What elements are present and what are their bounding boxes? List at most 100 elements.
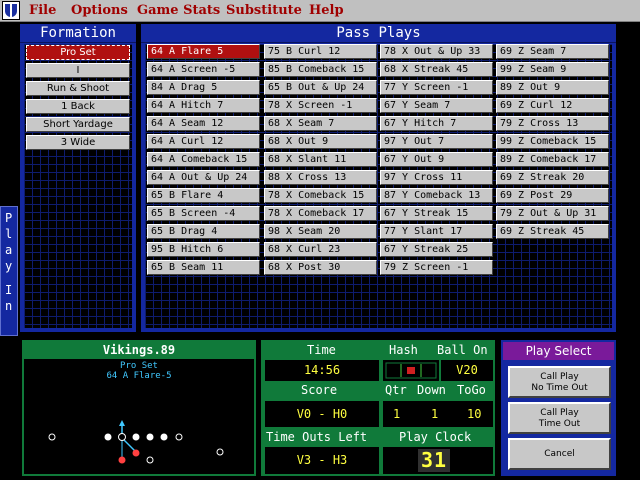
pass-play-button[interactable]: 97 Y Cross 11 xyxy=(380,170,493,185)
togo-label: ToGo xyxy=(457,383,486,397)
down-value: 1 xyxy=(431,407,439,421)
down-label: Down xyxy=(417,383,446,397)
pass-play-button[interactable]: 64 A Screen -5 xyxy=(147,62,260,77)
pass-play-button[interactable]: 78 X Screen -1 xyxy=(264,98,377,113)
pass-play-button[interactable]: 89 Z Comeback 17 xyxy=(496,152,609,167)
pass-play-button[interactable]: 68 X Streak 45 xyxy=(380,62,493,77)
formation-i[interactable]: I xyxy=(26,63,130,78)
cancel-button[interactable]: Cancel xyxy=(508,438,611,470)
pass-play-button[interactable]: 68 X Slant 11 xyxy=(264,152,377,167)
pass-play-button[interactable]: 64 A Flare 5 xyxy=(147,44,260,59)
route-arrow-icon xyxy=(119,420,125,426)
pass-play-button[interactable]: 68 X Out 9 xyxy=(264,134,377,149)
play-clock-label: Play Clock xyxy=(399,430,472,444)
pass-play-button[interactable]: 67 Y Hitch 7 xyxy=(380,116,493,131)
score-label: Score xyxy=(301,383,338,397)
menu-game-stats[interactable]: Game Stats xyxy=(137,3,220,18)
pass-play-button[interactable]: 77 Y Screen -1 xyxy=(380,80,493,95)
pass-play-button[interactable]: 64 A Comeback 15 xyxy=(147,152,260,167)
ball-on-value: V20 xyxy=(441,360,493,381)
player-tight-end xyxy=(175,433,183,441)
time-value: 14:56 xyxy=(265,360,379,381)
play-clock-box: 31 xyxy=(383,447,493,474)
pass-play-button[interactable]: 67 Y Streak 25 xyxy=(380,242,493,257)
pass-play-button[interactable]: 79 Z Out & Up 31 xyxy=(496,206,609,221)
pass-play-button[interactable]: 69 Z Streak 45 xyxy=(496,224,609,239)
pass-play-button[interactable]: 99 Z Comeback 15 xyxy=(496,134,609,149)
pass-play-button[interactable]: 99 Z Seam 9 xyxy=(496,62,609,77)
pass-play-button[interactable]: 64 A Out & Up 24 xyxy=(147,170,260,185)
field-preview: Vikings.89 Pro Set 64 A Flare-5 xyxy=(22,340,256,476)
play-select-panel: Play Select Call Play No Time Out Call P… xyxy=(501,340,616,476)
qtr-down-togo-box: 1 1 10 xyxy=(383,401,493,427)
pass-play-button[interactable]: 65 B Screen -4 xyxy=(147,206,260,221)
no-time-out-label: No Time Out xyxy=(531,383,588,393)
call-play-label: Call Play xyxy=(540,372,579,382)
pass-play-button[interactable]: 85 B Comeback 15 xyxy=(264,62,377,77)
pass-play-button[interactable]: 78 X Out & Up 33 xyxy=(380,44,493,59)
pass-play-button[interactable]: 68 X Post 30 xyxy=(264,260,377,275)
pass-play-button[interactable]: 95 B Hitch 6 xyxy=(147,242,260,257)
player-receiver xyxy=(48,433,56,441)
player-receiver xyxy=(216,448,224,456)
pass-play-button[interactable]: 65 B Drag 4 xyxy=(147,224,260,239)
pass-play-button[interactable]: 64 A Seam 12 xyxy=(147,116,260,131)
call-play-no-timeout-button[interactable]: Call Play No Time Out xyxy=(508,366,611,398)
formation-title: Formation xyxy=(20,24,136,43)
player-back xyxy=(118,456,126,464)
menu-help[interactable]: Help xyxy=(309,3,344,18)
hash-marks-icon xyxy=(385,362,437,379)
pass-play-button[interactable]: 89 Z Out 9 xyxy=(496,80,609,95)
pass-plays-title: Pass Plays xyxy=(141,24,616,43)
play-clock-value: 31 xyxy=(418,449,450,472)
menu-bar: File Options Game Stats Substitute Help xyxy=(0,0,640,22)
pass-play-button[interactable]: 64 A Hitch 7 xyxy=(147,98,260,113)
menu-options[interactable]: Options xyxy=(71,3,128,18)
scoreboard: Time Hash Ball On 14:56 V20 Score Qtr Do… xyxy=(261,340,495,476)
play-select-title: Play Select xyxy=(503,342,614,360)
pass-play-button[interactable]: 65 B Seam 11 xyxy=(147,260,260,275)
formation-1-back[interactable]: 1 Back xyxy=(26,99,130,114)
pass-play-button[interactable]: 69 Z Seam 7 xyxy=(496,44,609,59)
player-back xyxy=(132,449,140,457)
pass-play-button[interactable]: 67 Y Streak 15 xyxy=(380,206,493,221)
call-play-label: Call Play xyxy=(540,408,579,418)
menu-substitute[interactable]: Substitute xyxy=(226,3,302,18)
formation-3-wide[interactable]: 3 Wide xyxy=(26,135,130,150)
pass-play-button[interactable]: 67 Y Seam 7 xyxy=(380,98,493,113)
pass-play-button[interactable]: 97 Y Out 7 xyxy=(380,134,493,149)
pass-play-button[interactable]: 98 X Seam 20 xyxy=(264,224,377,239)
timeouts-label: Time Outs Left xyxy=(266,430,368,444)
play-in-tab[interactable]: P l a y I n xyxy=(0,206,18,336)
pass-play-button[interactable]: 64 A Curl 12 xyxy=(147,134,260,149)
pass-play-button[interactable]: 87 Y Comeback 13 xyxy=(380,188,493,203)
pass-play-button[interactable]: 78 X Comeback 17 xyxy=(264,206,377,221)
score-value: V0 - H0 xyxy=(265,401,379,427)
pass-play-button[interactable]: 65 B Out & Up 24 xyxy=(264,80,377,95)
formation-short-yardage[interactable]: Short Yardage xyxy=(26,117,130,132)
pass-play-button[interactable]: 69 Z Curl 12 xyxy=(496,98,609,113)
pass-play-button[interactable]: 68 X Seam 7 xyxy=(264,116,377,131)
player-lineman xyxy=(160,433,168,441)
pass-play-button[interactable]: 79 Z Screen -1 xyxy=(380,260,493,275)
pass-play-button[interactable]: 78 X Comeback 15 xyxy=(264,188,377,203)
formation-run-and-shoot[interactable]: Run & Shoot xyxy=(26,81,130,96)
ball-on-label: Ball On xyxy=(437,343,488,357)
pass-play-button[interactable]: 88 X Cross 13 xyxy=(264,170,377,185)
time-label: Time xyxy=(307,343,336,357)
pass-play-button[interactable]: 77 Y Slant 17 xyxy=(380,224,493,239)
pass-play-button[interactable]: 69 Z Streak 20 xyxy=(496,170,609,185)
pass-play-button[interactable]: 84 A Drag 5 xyxy=(147,80,260,95)
call-play-timeout-button[interactable]: Call Play Time Out xyxy=(508,402,611,434)
hash-indicator xyxy=(383,360,439,381)
pass-play-button[interactable]: 69 Z Post 29 xyxy=(496,188,609,203)
pass-play-button[interactable]: 67 Y Out 9 xyxy=(380,152,493,167)
pass-play-button[interactable]: 79 Z Cross 13 xyxy=(496,116,609,131)
pass-play-button[interactable]: 65 B Flare 4 xyxy=(147,188,260,203)
formation-pro-set[interactable]: Pro Set xyxy=(26,45,130,60)
qtr-value: 1 xyxy=(393,407,401,421)
nfl-logo-icon[interactable] xyxy=(2,1,20,20)
pass-play-button[interactable]: 75 B Curl 12 xyxy=(264,44,377,59)
pass-play-button[interactable]: 68 X Curl 23 xyxy=(264,242,377,257)
menu-file[interactable]: File xyxy=(29,3,56,18)
